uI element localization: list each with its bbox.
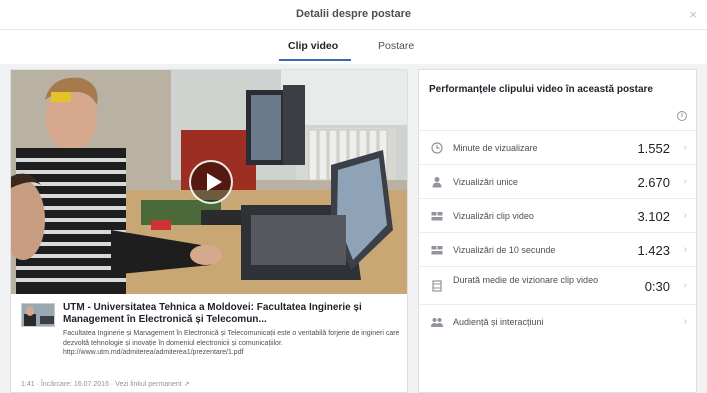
clock-icon xyxy=(431,142,443,154)
tab-clip-video[interactable]: Clip video xyxy=(288,40,338,52)
tab-bar: Clip video Postare xyxy=(0,30,707,64)
metric-10s-views[interactable]: Vizualizări de 10 secunde 1.423 › xyxy=(419,232,696,266)
metric-minutes-viewed[interactable]: Minute de vizualizare 1.552 › xyxy=(419,130,696,164)
metric-label: Minute de vizualizare xyxy=(453,143,538,153)
tab-postare[interactable]: Postare xyxy=(378,40,414,52)
metric-label: Vizualizări unice xyxy=(453,177,518,187)
chevron-right-icon: › xyxy=(683,316,687,327)
chevron-right-icon: › xyxy=(683,244,687,255)
metric-unique-views[interactable]: Vizualizări unice 2.670 › xyxy=(419,164,696,198)
chevron-right-icon: › xyxy=(683,210,687,221)
chevron-right-icon: › xyxy=(683,142,687,153)
audience-icon xyxy=(431,318,443,327)
post-meta: 1:41 · Încărcare: 16.07.2016 · Vezi link… xyxy=(21,380,190,388)
performance-panel: Performanțele clipului video în această … xyxy=(418,69,697,393)
person-icon xyxy=(432,177,442,188)
post-thumbnail-image xyxy=(22,304,54,326)
metric-label: Vizualizări clip video xyxy=(453,211,534,221)
dialog-header: Detalii despre postare × xyxy=(0,0,707,30)
dialog-content: UTM - Universitatea Tehnica a Moldovei: … xyxy=(0,64,707,393)
performance-title: Performanțele clipului video în această … xyxy=(429,84,653,95)
metric-value: 1.552 xyxy=(637,141,670,156)
video-player[interactable] xyxy=(11,70,407,294)
close-button[interactable]: × xyxy=(689,7,697,22)
post-thumbnail[interactable] xyxy=(21,303,55,327)
dialog-title: Detalii despre postare xyxy=(296,8,411,20)
post-description: Facultatea Inginerie și Management în El… xyxy=(63,330,400,356)
chevron-right-icon: › xyxy=(683,280,687,291)
metric-video-views[interactable]: Vizualizări clip video 3.102 › xyxy=(419,198,696,232)
metric-average-watch-time[interactable]: Durată medie de vizionare clip video 0:3… xyxy=(419,266,696,304)
metric-audience-interactions[interactable]: Audiență și interacțiuni › xyxy=(419,304,696,338)
metric-value: 2.670 xyxy=(637,175,670,190)
permalink-link[interactable]: Vezi linkul permanent xyxy=(115,381,182,388)
permalink-icon: ↗ xyxy=(183,381,190,388)
film-icon xyxy=(432,280,442,292)
metric-value: 1.423 xyxy=(637,243,670,258)
metric-label: Audiență și interacțiuni xyxy=(453,317,544,327)
post-title[interactable]: UTM - Universitatea Tehnica a Moldovei: … xyxy=(63,302,403,326)
video-views-icon xyxy=(431,212,443,221)
video-duration: 1:41 xyxy=(21,381,35,388)
active-tab-indicator xyxy=(279,59,351,61)
info-icon[interactable]: i xyxy=(677,111,687,121)
upload-date: Încărcare: 16.07.2016 xyxy=(40,381,109,388)
metric-label: Vizualizări de 10 secunde xyxy=(453,245,556,255)
play-button[interactable] xyxy=(189,160,233,204)
metric-value: 0:30 xyxy=(644,279,670,294)
metric-value: 3.102 xyxy=(637,209,670,224)
post-preview-panel: UTM - Universitatea Tehnica a Moldovei: … xyxy=(10,69,408,393)
metric-label: Durată medie de vizionare clip video xyxy=(453,275,599,285)
video-views-10s-icon xyxy=(431,246,443,255)
chevron-right-icon: › xyxy=(683,176,687,187)
